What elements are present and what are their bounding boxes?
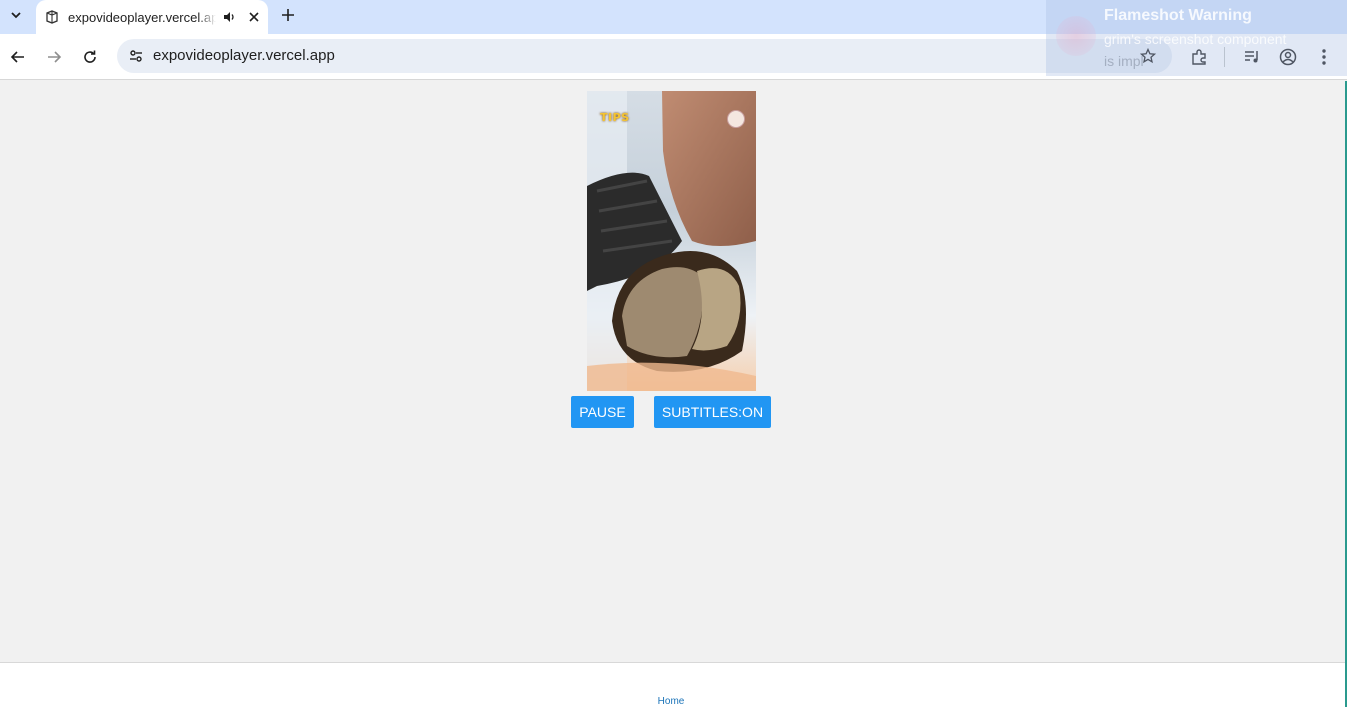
tab-title: expovideoplayer.vercel.app — [68, 9, 216, 25]
subtitles-toggle-button[interactable]: SUBTITLES:ON — [654, 396, 771, 428]
site-info-tune-icon[interactable] — [123, 43, 149, 69]
url-text[interactable]: expovideoplayer.vercel.app — [153, 47, 335, 64]
video-frame-image — [587, 91, 756, 391]
reload-icon[interactable] — [76, 43, 104, 71]
new-tab-plus-icon[interactable] — [276, 3, 300, 27]
browser-tab-active[interactable]: expovideoplayer.vercel.app — [36, 0, 268, 34]
back-arrow-icon[interactable] — [4, 43, 32, 71]
pause-button[interactable]: PAUSE — [571, 396, 634, 428]
close-tab-icon[interactable] — [244, 7, 264, 27]
speaker-icon[interactable] — [220, 8, 238, 26]
tab-search-chevron-icon[interactable] — [4, 4, 28, 26]
notification-body-line2: is implemented based on wlroots — [1104, 53, 1144, 69]
forward-arrow-icon[interactable] — [40, 43, 68, 71]
page-content: TIPS PAUSE SUBTITLES:ON — [0, 81, 1347, 662]
footer-tab-bar: Home — [0, 662, 1347, 707]
notification-title: Flameshot Warning — [1104, 7, 1252, 24]
flameshot-logo-icon — [1056, 16, 1096, 56]
notification-body-line1: grim's screenshot component — [1104, 31, 1287, 47]
channel-logo-icon — [727, 110, 745, 128]
footer-home-link[interactable]: Home — [0, 696, 1342, 707]
video-watermark-text: TIPS — [600, 111, 630, 124]
address-bar[interactable]: expovideoplayer.vercel.app — [117, 39, 1172, 73]
video-player[interactable]: TIPS — [587, 91, 756, 391]
favicon-icon — [44, 9, 60, 25]
